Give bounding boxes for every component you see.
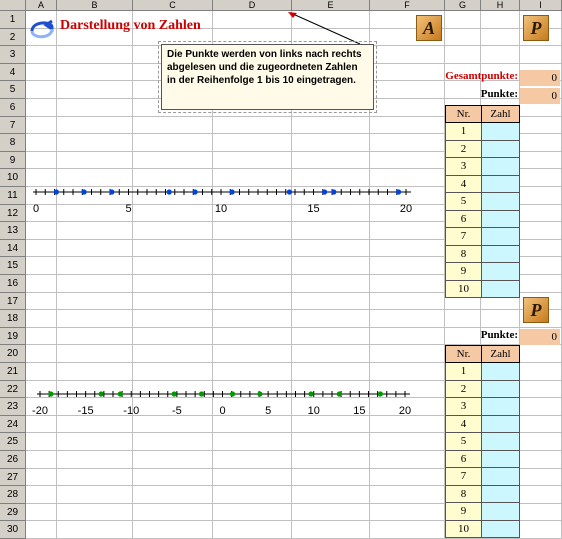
data-point [377, 391, 383, 397]
data-point [257, 391, 263, 397]
tick-label: -10 [123, 405, 139, 417]
tick-label: -5 [172, 405, 182, 417]
data-point [336, 391, 342, 397]
data-point [98, 391, 104, 397]
tick-label: 10 [308, 405, 320, 417]
data-point [48, 391, 54, 397]
data-point [229, 391, 236, 397]
tick-label: 5 [265, 405, 271, 417]
data-point [171, 391, 177, 397]
tick-label: -20 [32, 405, 48, 417]
tick-label: 0 [219, 405, 225, 417]
tick-label: -15 [78, 405, 94, 417]
number-line-2: -20 -15 -10 -5 0 5 10 15 20 [32, 391, 411, 417]
data-point [117, 391, 123, 397]
tick-label: 20 [399, 405, 411, 417]
data-point [308, 391, 314, 397]
tick-label: 15 [353, 405, 365, 417]
data-point [198, 391, 205, 397]
